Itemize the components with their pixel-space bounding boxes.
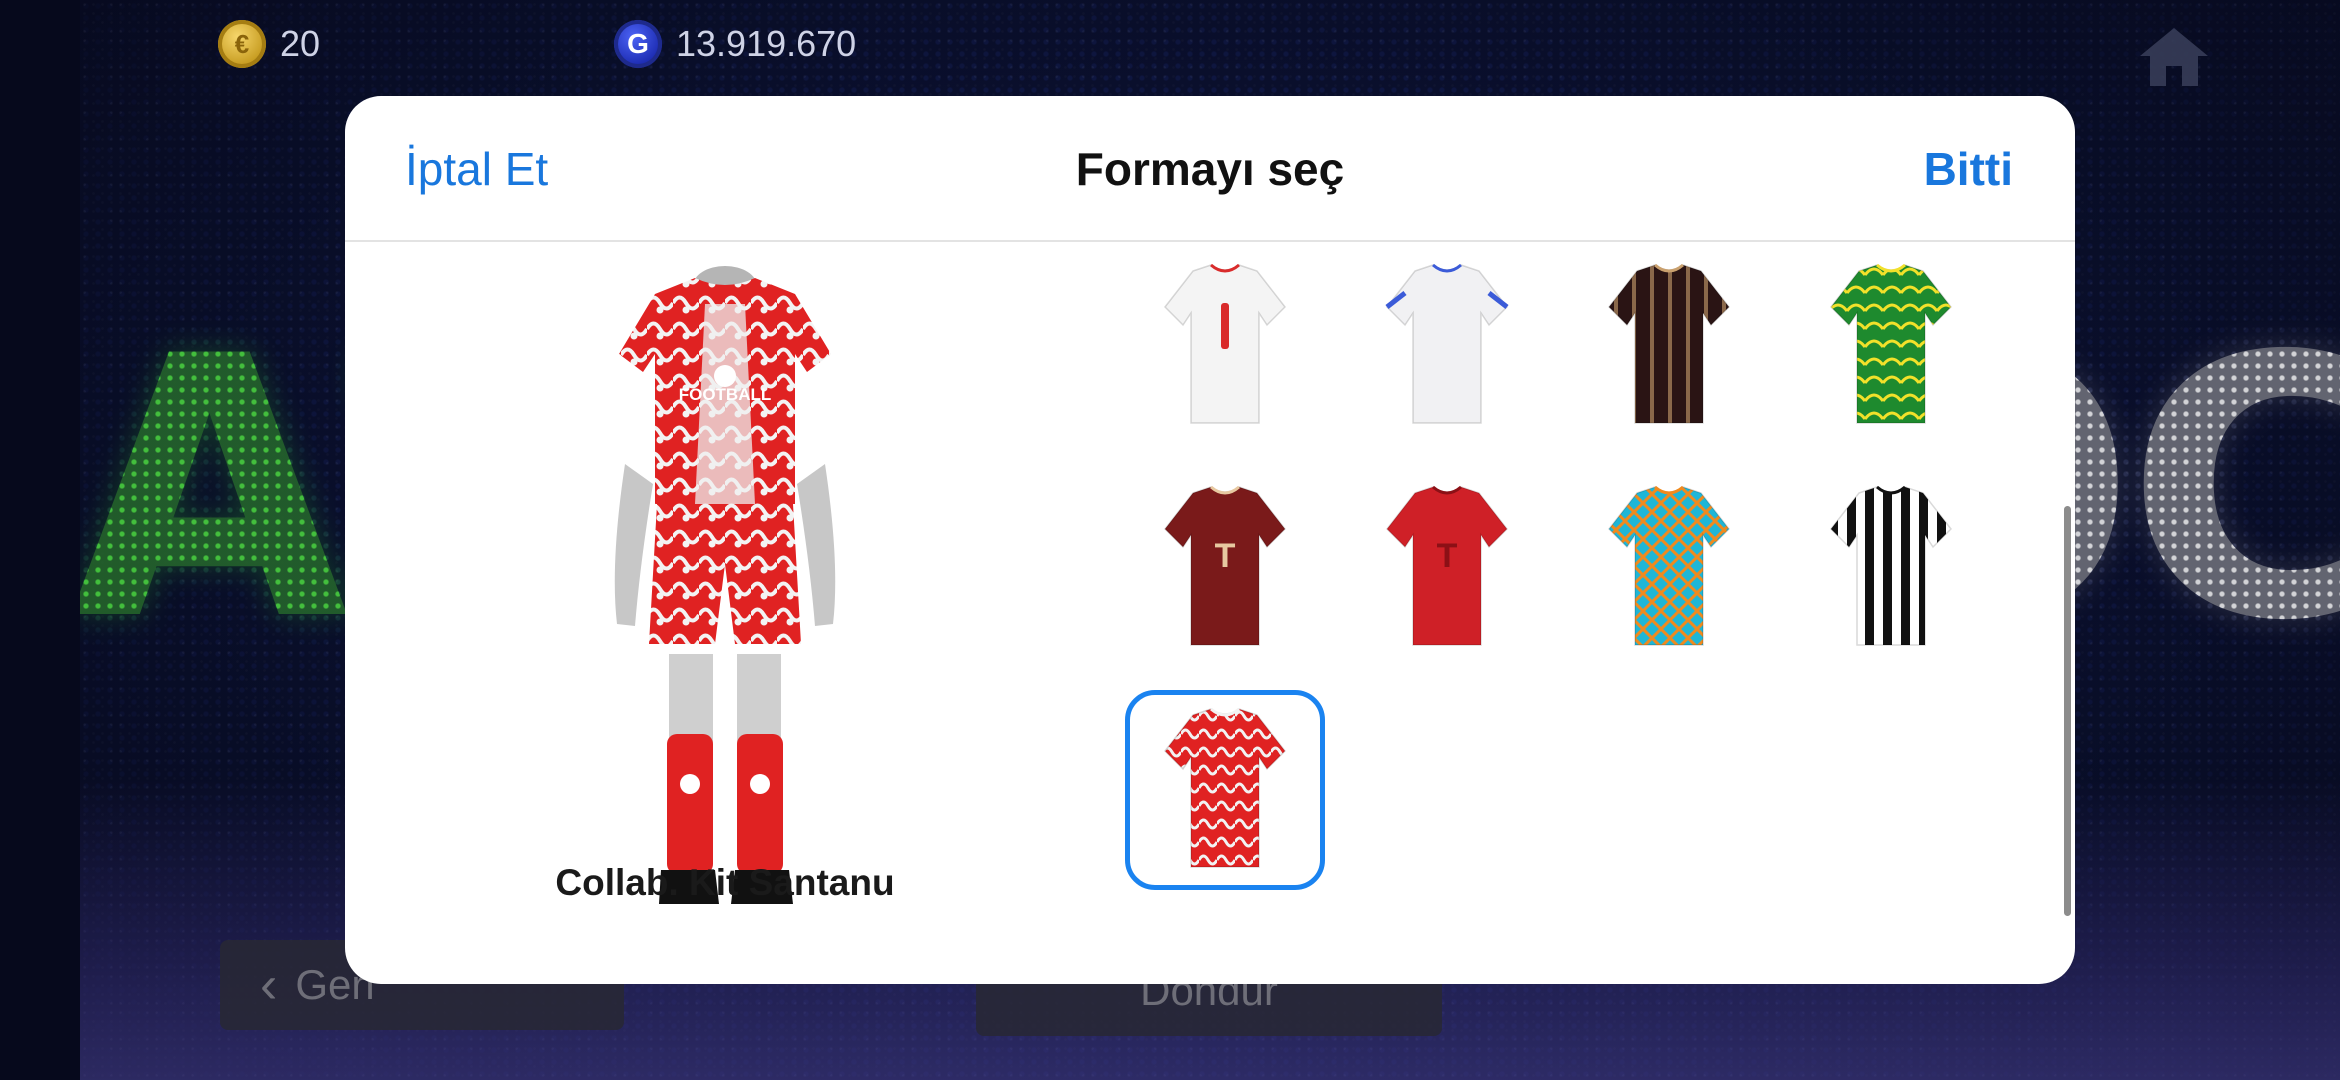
kit-white-red-kit[interactable] [1125, 246, 1325, 446]
coin-balance: € 20 [218, 20, 320, 68]
jersey-icon [1385, 263, 1509, 424]
jersey-icon [1164, 707, 1286, 868]
svg-text:T: T [1215, 537, 1236, 575]
kit-maroon-t-kit[interactable]: T [1125, 468, 1325, 668]
jersey-icon [1608, 263, 1730, 424]
jersey-icon [1830, 485, 1952, 646]
jersey-icon [1164, 263, 1286, 424]
jersey-icon: T [1164, 485, 1286, 646]
gp-value: 13.919.670 [676, 23, 857, 64]
kit-red-t-kit[interactable]: T [1347, 468, 1547, 668]
scrollbar[interactable] [2064, 506, 2071, 916]
kit-preview-figure: FOOTBALL [614, 266, 836, 904]
coin-icon: € [218, 20, 266, 68]
kit-cyan-orange-kit[interactable] [1569, 468, 1769, 668]
preview-kit-name: Collab. Kit Santanu [555, 862, 895, 903]
home-icon[interactable] [2138, 24, 2210, 88]
kit-white-blue-kit[interactable] [1347, 246, 1547, 446]
kit-black-white-striped-kit[interactable] [1791, 468, 1991, 668]
kit-black-efootball-kit[interactable] [1569, 246, 1769, 446]
jersey-icon: T [1386, 485, 1508, 646]
gp-icon: G [614, 20, 662, 68]
jersey-icon [1830, 263, 1952, 424]
svg-text:T: T [1437, 537, 1458, 575]
top-bar: € 20 G 13.919.670 [0, 14, 2340, 86]
svg-text:FOOTBALL: FOOTBALL [679, 385, 772, 404]
gp-balance: G 13.919.670 [614, 20, 856, 68]
kit-green-yellow-kit[interactable] [1791, 246, 1991, 446]
coin-value: 20 [280, 23, 321, 64]
kit-select-dialog: İptal Et Formayı seç Bitti FOOTBALL Coll… [345, 96, 2075, 984]
dialog-header: İptal Et Formayı seç Bitti [345, 96, 2075, 242]
jersey-icon [1608, 485, 1730, 646]
done-button[interactable]: Bitti [1924, 142, 2013, 196]
kit-grid: T T [1125, 263, 2015, 966]
dialog-title: Formayı seç [1075, 143, 1345, 195]
kit-collab-kit-santanu[interactable] [1125, 690, 1325, 890]
chevron-left-icon: ‹ [260, 956, 278, 1014]
